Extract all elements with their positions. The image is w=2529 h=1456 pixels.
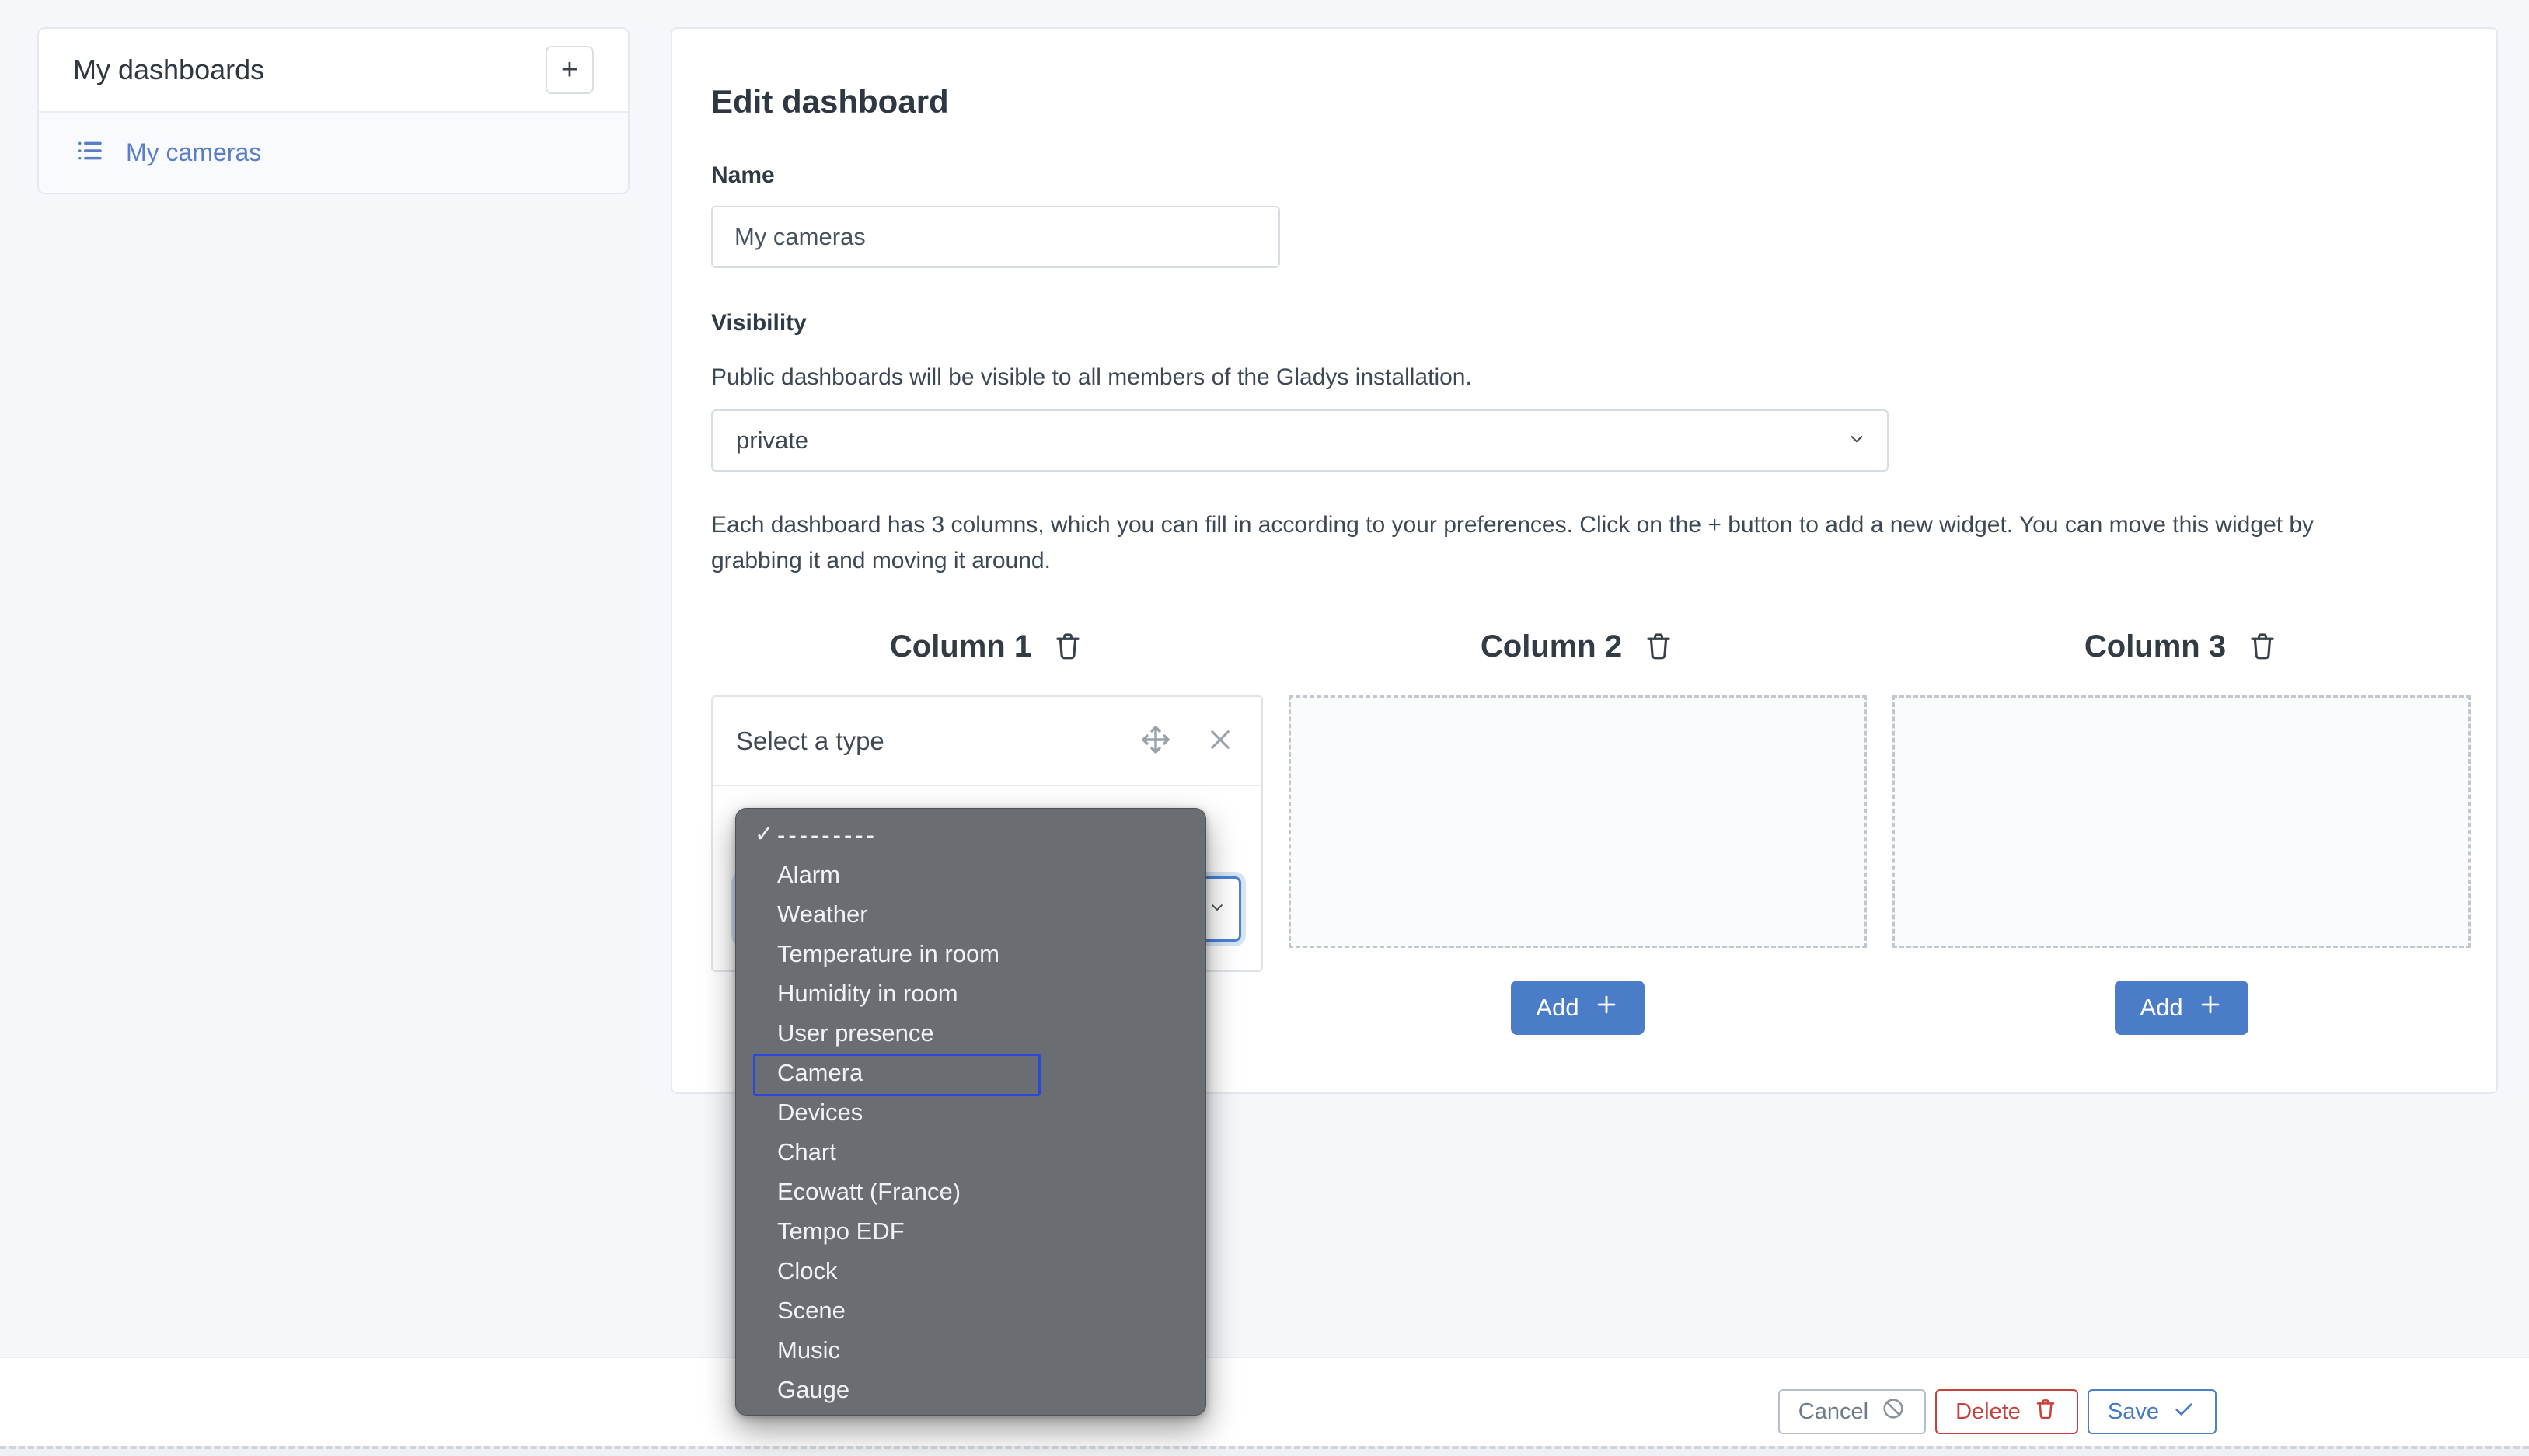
chevron-down-icon — [1206, 897, 1228, 922]
widget-card-title: Select a type — [736, 726, 1137, 756]
dashboards-panel: My dashboards + My cameras — [37, 27, 630, 194]
dropdown-option-label: Alarm — [777, 861, 840, 888]
sidebar-item-my-cameras[interactable]: My cameras — [39, 113, 628, 193]
column-2-drop-zone[interactable] — [1289, 695, 1867, 948]
delete-button-label: Delete — [1955, 1399, 2021, 1425]
dropdown-option[interactable]: Humidity in room — [736, 974, 1205, 1013]
columns-help-line2: grabbing it and moving it around. — [711, 543, 2496, 579]
dropdown-option-label: Clock — [777, 1257, 838, 1284]
dashboard-name-input[interactable] — [711, 206, 1280, 268]
add-button-label: Add — [1536, 994, 1578, 1022]
dropdown-option[interactable]: Gauge — [736, 1370, 1205, 1409]
add-dashboard-button[interactable]: + — [546, 46, 594, 94]
trash-icon — [2246, 629, 2279, 664]
dropdown-option-label: User presence — [777, 1019, 934, 1047]
column-3-drop-zone[interactable] — [1892, 695, 2471, 948]
dropdown-option[interactable]: Tempo EDF — [736, 1211, 1205, 1251]
column-3-header: Column 3 — [1892, 627, 2471, 666]
add-widget-column-2-button[interactable]: Add — [1511, 981, 1644, 1035]
save-button[interactable]: Save — [2088, 1389, 2217, 1434]
dashboards-panel-header: My dashboards + — [39, 29, 628, 111]
delete-column-2-button[interactable] — [1642, 629, 1675, 664]
column-3-title: Column 3 — [2084, 629, 2226, 664]
dropdown-option[interactable]: Clock — [736, 1251, 1205, 1291]
trash-icon — [1052, 629, 1084, 664]
add-widget-column-3-button[interactable]: Add — [2115, 981, 2248, 1035]
column-1-header: Column 1 — [711, 627, 1263, 666]
column-2: Column 2 Add — [1289, 627, 1867, 1035]
dropdown-option[interactable]: Temperature in room — [736, 934, 1205, 974]
dropdown-option[interactable]: Chart — [736, 1132, 1205, 1172]
columns-help-line1: Each dashboard has 3 columns, which you … — [711, 507, 2496, 543]
delete-column-3-button[interactable] — [2246, 629, 2279, 664]
widget-type-dropdown-menu: ✓--------- Alarm Weather Temperature in roo… — [735, 808, 1206, 1416]
visibility-help-text: Public dashboards will be visible to all… — [711, 364, 2496, 391]
dropdown-option-label: Humidity in room — [777, 980, 958, 1007]
dropdown-option-label: Scene — [777, 1297, 846, 1324]
check-icon — [2171, 1396, 2196, 1427]
add-button-label: Add — [2140, 994, 2182, 1022]
dropdown-option[interactable]: Music — [736, 1330, 1205, 1370]
check-icon: ✓ — [755, 815, 773, 855]
arrows-move-icon — [1137, 721, 1174, 761]
move-widget-handle[interactable] — [1137, 721, 1174, 761]
trash-icon — [2033, 1396, 2058, 1427]
column-3: Column 3 Add — [1892, 627, 2471, 1035]
dashboards-panel-title: My dashboards — [73, 54, 264, 86]
delete-column-1-button[interactable] — [1052, 629, 1084, 664]
widget-card-header: Select a type — [713, 697, 1261, 786]
dropdown-option-label: Devices — [777, 1099, 863, 1126]
dropdown-option[interactable]: Alarm — [736, 855, 1205, 894]
visibility-select-value: private — [736, 427, 808, 455]
footer-bar: Cancel Delete Save — [0, 1357, 2529, 1456]
dropdown-option-label: Tempo EDF — [777, 1217, 905, 1245]
plus-icon — [1593, 991, 1620, 1024]
save-button-label: Save — [2108, 1399, 2159, 1425]
cancel-button[interactable]: Cancel — [1778, 1389, 1926, 1434]
close-icon — [1205, 725, 1235, 757]
dropdown-option[interactable]: Scene — [736, 1291, 1205, 1330]
delete-button[interactable]: Delete — [1935, 1389, 2078, 1434]
columns-help-text: Each dashboard has 3 columns, which you … — [711, 507, 2496, 579]
dropdown-option[interactable]: ✓--------- — [736, 815, 1205, 855]
dropdown-option-label: --------- — [777, 821, 877, 848]
plus-icon: + — [561, 54, 578, 87]
column-2-title: Column 2 — [1481, 629, 1622, 664]
ban-icon — [1881, 1396, 1906, 1427]
close-widget-button[interactable] — [1205, 725, 1235, 757]
dropdown-option-label: Camera — [777, 1059, 863, 1086]
page-title: Edit dashboard — [711, 83, 2496, 120]
column-2-header: Column 2 — [1289, 627, 1867, 666]
sidebar-item-label: My cameras — [126, 138, 261, 167]
footer-buttons: Cancel Delete Save — [1778, 1389, 2217, 1434]
dropdown-option[interactable]: Camera — [736, 1053, 1205, 1092]
dropdown-option-label: Weather — [777, 900, 868, 928]
cancel-button-label: Cancel — [1798, 1399, 1868, 1425]
plus-icon — [2197, 991, 2224, 1024]
dropdown-option-label: Temperature in room — [777, 940, 999, 967]
dropdown-option-label: Gauge — [777, 1376, 849, 1403]
dropdown-option-label: Ecowatt (France) — [777, 1178, 961, 1205]
dropdown-option-label: Chart — [777, 1138, 836, 1165]
dropdown-option[interactable]: User presence — [736, 1013, 1205, 1053]
bottom-dashed-edge — [0, 1446, 2529, 1456]
chevron-down-icon — [1845, 427, 1868, 455]
dropdown-option[interactable]: Ecowatt (France) — [736, 1172, 1205, 1211]
name-label: Name — [711, 162, 2496, 189]
list-icon — [73, 134, 106, 171]
trash-icon — [1642, 629, 1675, 664]
dropdown-option[interactable]: Weather — [736, 894, 1205, 934]
column-1-title: Column 1 — [890, 629, 1031, 664]
dropdown-option-label: Music — [777, 1336, 840, 1364]
dropdown-option[interactable]: Devices — [736, 1092, 1205, 1132]
visibility-label: Visibility — [711, 310, 2496, 336]
visibility-select[interactable]: private — [711, 409, 1889, 472]
